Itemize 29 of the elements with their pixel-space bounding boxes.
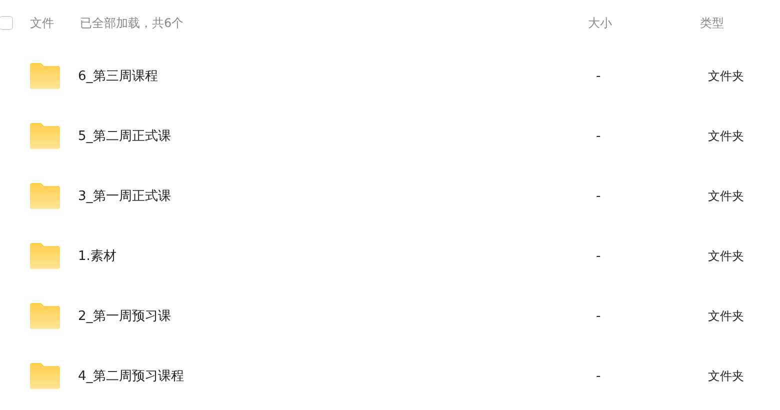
- folder-icon: [30, 183, 60, 209]
- file-size: -: [596, 248, 602, 264]
- folder-name[interactable]: 4_第二周预习课程: [78, 367, 596, 385]
- file-type: 文件夹: [708, 188, 744, 204]
- type-column-header[interactable]: 类型: [700, 14, 724, 32]
- file-size: -: [596, 308, 602, 324]
- file-column-header[interactable]: 文件: [30, 14, 80, 32]
- file-type: 文件夹: [708, 128, 744, 144]
- folder-name[interactable]: 6_第三周课程: [78, 67, 596, 85]
- file-type: 文件夹: [708, 308, 744, 324]
- load-status: 已全部加载，共6个: [80, 14, 185, 32]
- file-size: -: [596, 368, 602, 384]
- folder-icon: [30, 63, 60, 89]
- folder-name[interactable]: 3_第一周正式课: [78, 187, 596, 205]
- folder-name[interactable]: 5_第二周正式课: [78, 127, 596, 145]
- file-size: -: [596, 128, 602, 144]
- file-type: 文件夹: [708, 68, 744, 84]
- file-type: 文件夹: [708, 248, 744, 264]
- folder-name[interactable]: 2_第一周预习课: [78, 307, 596, 325]
- folder-icon: [30, 123, 60, 149]
- folder-icon: [30, 243, 60, 269]
- folder-name[interactable]: 1.素材: [78, 247, 596, 265]
- folder-icon: [30, 303, 60, 329]
- file-size: -: [596, 68, 602, 84]
- file-type: 文件夹: [708, 368, 744, 384]
- select-all-checkbox[interactable]: [0, 16, 13, 30]
- size-column-header[interactable]: 大小: [588, 14, 700, 32]
- file-size: -: [596, 188, 602, 204]
- folder-icon: [30, 363, 60, 389]
